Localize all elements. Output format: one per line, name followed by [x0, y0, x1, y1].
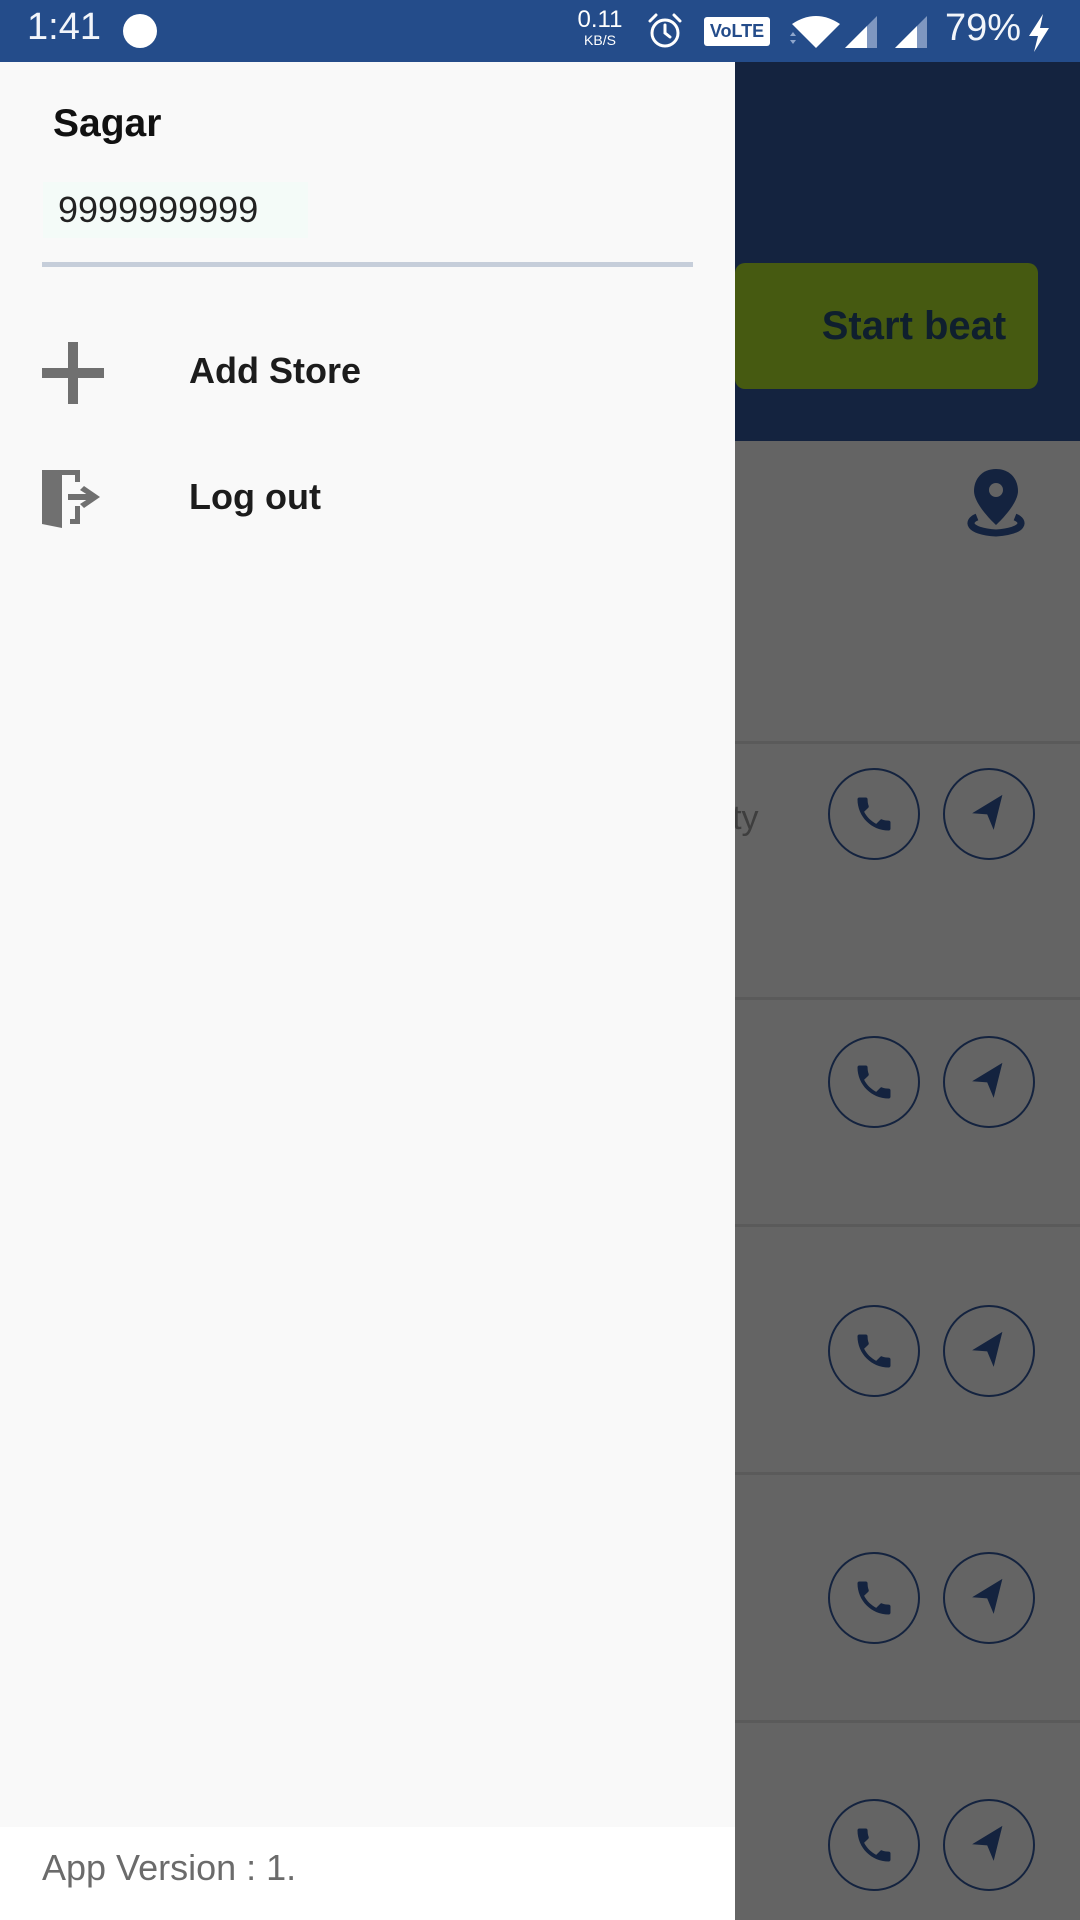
- menu-item-label: Log out: [189, 476, 321, 517]
- call-button[interactable]: [828, 768, 920, 860]
- user-name: Sagar: [53, 102, 162, 145]
- call-button[interactable]: [828, 1305, 920, 1397]
- status-bar: 1:41 0.11 KB/S VoLTE 79%: [0, 0, 1080, 62]
- navigation-drawer: Sagar 9999999999 Add Store Log out App V…: [0, 62, 735, 1920]
- phone-icon: [857, 1581, 891, 1615]
- navigation-arrow-icon: [972, 794, 1003, 830]
- start-beat-label: Start beat: [821, 303, 1007, 348]
- navigate-button[interactable]: [943, 768, 1035, 860]
- phone-icon: [857, 1828, 891, 1862]
- network-speed: 0.11 KB/S: [574, 6, 626, 48]
- phone-icon: [857, 797, 891, 831]
- plus-icon: [42, 342, 104, 404]
- menu-item-log-out[interactable]: Log out: [0, 448, 735, 548]
- navigation-arrow-icon: [972, 1825, 1003, 1861]
- drawer-footer: App Version : 1.: [0, 1827, 735, 1920]
- network-speed-value: 0.11: [577, 6, 623, 33]
- navigation-arrow-icon: [972, 1062, 1003, 1098]
- navigation-arrow-icon: [972, 1578, 1003, 1614]
- alarm-icon: [648, 13, 682, 48]
- signal-icon: [845, 16, 877, 48]
- start-beat-button[interactable]: Start beat: [735, 263, 1038, 389]
- clock: 1:41: [27, 6, 101, 48]
- volte-icon: VoLTE: [704, 17, 770, 46]
- call-button[interactable]: [828, 1036, 920, 1128]
- notification-dot-icon: [123, 14, 157, 48]
- navigate-button[interactable]: [943, 1036, 1035, 1128]
- app-version: App Version : 1.: [42, 1847, 297, 1888]
- navigation-arrow-icon: [972, 1331, 1003, 1367]
- wifi-icon: [790, 16, 840, 48]
- signal-icon: [895, 16, 927, 48]
- charging-bolt-icon: [1029, 14, 1049, 52]
- navigate-button[interactable]: [943, 1799, 1035, 1891]
- call-button[interactable]: [828, 1799, 920, 1891]
- navigate-button[interactable]: [943, 1305, 1035, 1397]
- logout-door-icon: [42, 470, 100, 528]
- phone-icon: [857, 1334, 891, 1368]
- user-phone: 9999999999: [43, 182, 308, 238]
- location-pin-icon[interactable]: [965, 467, 1027, 537]
- menu-item-add-store[interactable]: Add Store: [0, 322, 735, 422]
- menu-item-label: Add Store: [189, 350, 362, 391]
- navigate-button[interactable]: [943, 1552, 1035, 1644]
- network-speed-unit: KB/S: [584, 32, 616, 48]
- call-button[interactable]: [828, 1552, 920, 1644]
- drawer-divider: [42, 262, 693, 267]
- battery-level: 79%: [945, 7, 1022, 49]
- phone-icon: [857, 1065, 891, 1099]
